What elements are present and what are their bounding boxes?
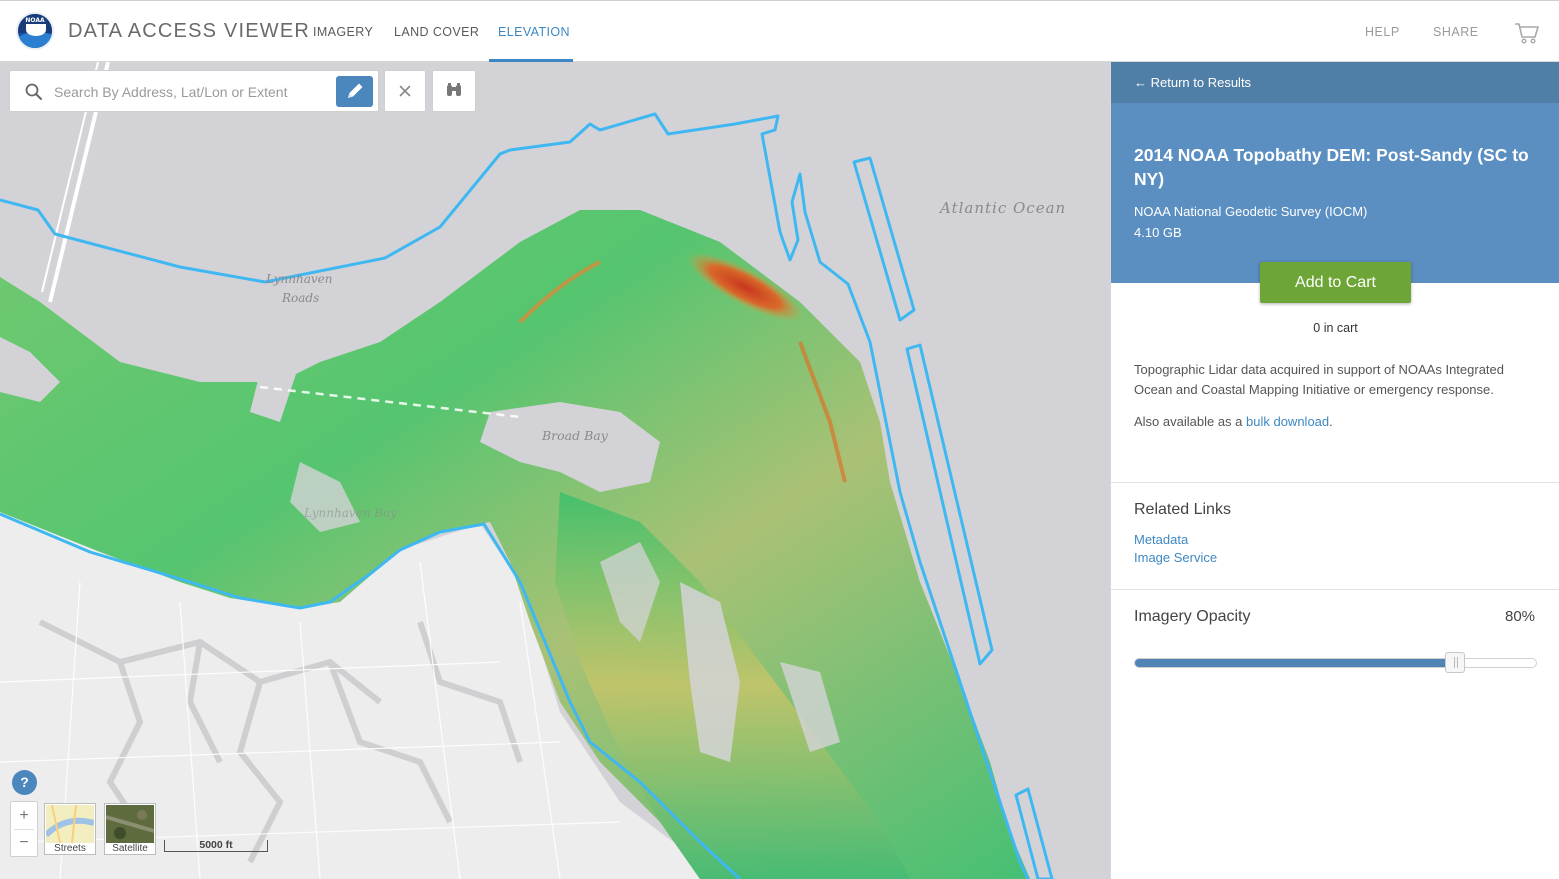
scale-bar-label: 5000 ft	[199, 839, 233, 851]
search-input[interactable]	[54, 82, 324, 102]
app-title[interactable]: DATA ACCESS VIEWER	[68, 20, 310, 43]
clear-search-button[interactable]	[384, 70, 426, 112]
tab-imagery[interactable]: IMAGERY	[313, 25, 373, 39]
basemap-streets-label: Streets	[54, 843, 86, 854]
basemap-satellite-label: Satellite	[112, 843, 148, 854]
imagery-opacity-title: Imagery Opacity	[1134, 608, 1251, 625]
streets-thumbnail	[46, 805, 94, 843]
share-link[interactable]: SHARE	[1433, 25, 1479, 39]
search-box	[9, 70, 379, 112]
zoom-control: + −	[10, 801, 38, 857]
cart-icon[interactable]	[1514, 21, 1540, 45]
dataset-source: NOAA National Geodetic Survey (IOCM)	[1134, 204, 1368, 219]
help-link[interactable]: HELP	[1365, 25, 1400, 39]
return-label: Return to Results	[1150, 75, 1252, 90]
logo-text: NOAA	[25, 17, 45, 24]
identify-button[interactable]	[432, 70, 476, 112]
search-icon[interactable]	[24, 82, 44, 102]
bulk-prefix: Also available as a	[1134, 414, 1247, 429]
related-links-title: Related Links	[1134, 501, 1231, 518]
bulk-suffix: .	[1329, 414, 1333, 429]
metadata-link[interactable]: Metadata	[1134, 532, 1188, 547]
map-canvas[interactable]	[0, 62, 1110, 879]
dataset-title: 2014 NOAA Topobathy DEM: Post-Sandy (SC …	[1134, 145, 1529, 189]
label-lynnhaven-roads-2: Roads	[282, 291, 320, 305]
close-icon	[399, 85, 411, 97]
draw-extent-button[interactable]	[336, 76, 373, 107]
bulk-download-note: Also available as a bulk download.	[1134, 414, 1333, 429]
add-to-cart-button[interactable]: Add to Cart	[1260, 262, 1411, 303]
basemap-streets[interactable]: Streets	[44, 803, 96, 855]
cart-count: 0 in cart	[1313, 321, 1358, 335]
noaa-logo[interactable]: NOAA	[16, 12, 54, 50]
pencil-icon	[348, 83, 363, 98]
satellite-thumbnail	[106, 805, 154, 843]
map-view[interactable]: Atlantic Ocean Lynnhaven Roads Broad Bay…	[0, 62, 1110, 879]
label-lynnhaven-bay: Lynnhaven Bay	[304, 506, 398, 520]
tab-elevation[interactable]: ELEVATION	[498, 25, 570, 39]
opacity-slider-handle[interactable]	[1445, 652, 1465, 673]
dataset-detail-panel: ← Return to Results 2014 NOAA Topobathy …	[1110, 62, 1559, 879]
app-header: NOAA DATA ACCESS VIEWER IMAGERY LAND COV…	[0, 0, 1559, 62]
dataset-description: Topographic Lidar data acquired in suppo…	[1134, 362, 1505, 397]
label-atlantic-ocean: Atlantic Ocean	[940, 199, 1067, 217]
opacity-slider-fill	[1135, 659, 1456, 667]
map-help-button[interactable]: ?	[12, 770, 37, 795]
dataset-size: 4.10 GB	[1134, 225, 1182, 240]
arrow-left-icon: ←	[1134, 75, 1151, 90]
label-lynnhaven-roads-1: Lynnhaven	[266, 272, 333, 286]
basemap-satellite[interactable]: Satellite	[104, 803, 156, 855]
return-to-results-link[interactable]: ← Return to Results	[1134, 75, 1251, 90]
opacity-slider-track[interactable]	[1134, 658, 1537, 668]
dataset-summary: 2014 NOAA Topobathy DEM: Post-Sandy (SC …	[1111, 103, 1559, 283]
imagery-opacity-value: 80%	[1505, 608, 1536, 625]
panel-nav-bar: ← Return to Results	[1111, 62, 1559, 103]
binoculars-icon	[447, 83, 461, 96]
label-broad-bay: Broad Bay	[542, 428, 608, 443]
image-service-link[interactable]: Image Service	[1134, 550, 1217, 565]
tab-land-cover[interactable]: LAND COVER	[394, 25, 479, 39]
zoom-out-button[interactable]: −	[11, 829, 37, 856]
divider	[1111, 482, 1559, 483]
divider	[1111, 589, 1559, 590]
bulk-download-link[interactable]: bulk download	[1246, 414, 1329, 429]
zoom-in-button[interactable]: +	[11, 802, 37, 829]
